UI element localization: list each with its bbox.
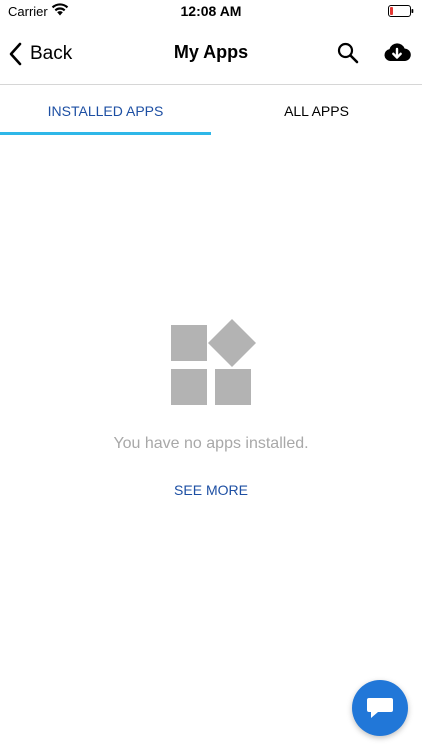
- chat-button[interactable]: [352, 680, 408, 736]
- apps-grid-icon: [171, 319, 256, 405]
- tab-bar: INSTALLED APPS ALL APPS: [0, 86, 422, 135]
- tab-installed-apps[interactable]: INSTALLED APPS: [0, 86, 211, 135]
- empty-state-message: You have no apps installed.: [113, 435, 309, 452]
- navigation-bar: Back My Apps: [0, 22, 422, 85]
- search-icon[interactable]: [336, 41, 360, 65]
- tab-all-apps[interactable]: ALL APPS: [211, 86, 422, 135]
- cloud-download-icon[interactable]: [383, 41, 411, 65]
- see-more-link[interactable]: SEE MORE: [0, 482, 422, 498]
- battery-icon: [388, 5, 414, 17]
- status-time: 12:08 AM: [180, 3, 242, 19]
- status-bar: Carrier 12:08 AM: [0, 0, 422, 22]
- chat-bubble-icon: [367, 698, 393, 718]
